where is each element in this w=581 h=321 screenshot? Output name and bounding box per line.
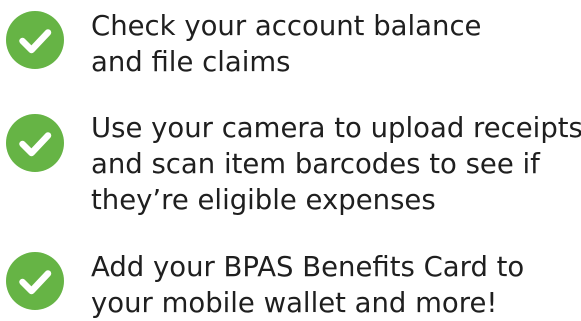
feature-text-line: your mobile wallet and more! [91,287,498,319]
check-circle-icon [6,252,64,310]
feature-text-line: they’re eligible expenses [91,184,436,216]
feature-text-line: Use your camera to upload receipts [91,112,581,144]
feature-text: Use your camera to upload receipts and s… [91,110,581,218]
check-circle-icon [6,11,64,69]
feature-text-line: Add your BPAS Benefits Card to [91,251,525,283]
feature-text-line: and file claims [91,46,291,78]
feature-text-line: and scan item barcodes to see if [91,148,540,180]
feature-list: Check your account balance and file clai… [0,0,581,320]
feature-text: Check your account balance and file clai… [91,8,579,80]
feature-text-line: Check your account balance [91,10,482,42]
check-circle-icon [6,114,64,172]
feature-text: Add your BPAS Benefits Card to your mobi… [91,249,579,321]
